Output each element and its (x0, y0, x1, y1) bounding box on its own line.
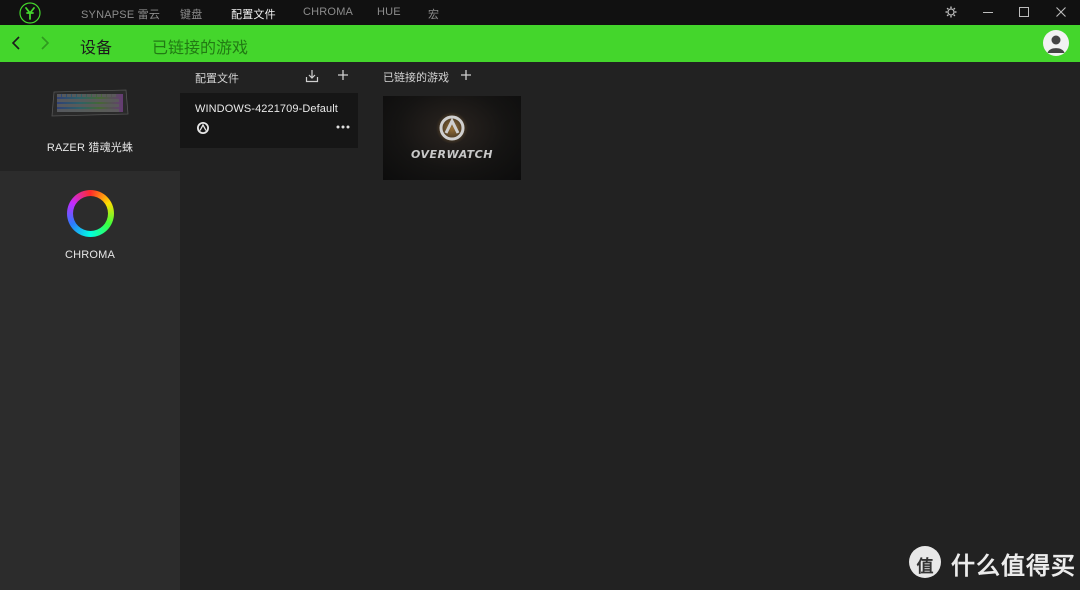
tab-hue[interactable]: HUE (377, 6, 401, 18)
keyboard-device-icon (51, 89, 129, 117)
title-bar: SYNAPSE 雷云 键盘 配置文件 CHROMA HUE 宏 (0, 0, 1080, 25)
watermark-icon-glyph: 值 (916, 557, 934, 576)
add-game-button[interactable] (459, 68, 473, 82)
settings-icon[interactable] (943, 4, 959, 20)
breadcrumb-devices[interactable]: 设备 (80, 34, 112, 58)
device-label: CHROMA (64, 249, 116, 261)
watermark-icon: 值 (909, 546, 941, 578)
game-name: OVERWATCH (411, 148, 493, 161)
page-title-linked-games: 已链接的游戏 (152, 40, 249, 57)
razer-logo-icon[interactable] (19, 2, 41, 24)
overwatch-icon (196, 121, 210, 135)
tab-keyboard[interactable]: 键盘 (180, 6, 202, 22)
user-avatar[interactable] (1043, 30, 1069, 56)
overwatch-logo-icon (436, 112, 468, 144)
watermark-text: 什么值得买 (951, 553, 1076, 580)
more-options-icon[interactable] (336, 117, 350, 129)
profiles-title: 配置文件 (195, 73, 239, 85)
maximize-icon[interactable] (1016, 4, 1032, 20)
tab-profiles[interactable]: 配置文件 (231, 6, 276, 22)
tab-synapse[interactable]: SYNAPSE 雷云 (81, 6, 160, 22)
device-label: RAZER 猎魂光蛛 (46, 142, 134, 154)
tab-chroma[interactable]: CHROMA (303, 6, 353, 18)
tab-macro[interactable]: 宏 (428, 6, 439, 22)
device-panel: RAZER 猎魂光蛛 CHROMA (0, 62, 180, 590)
profile-item[interactable]: WINDOWS-4221709-Default (180, 93, 358, 148)
forward-arrow-icon[interactable] (38, 34, 52, 52)
linked-game-card[interactable]: OVERWATCH (383, 96, 521, 180)
back-arrow-icon[interactable] (9, 34, 23, 52)
profile-name: WINDOWS-4221709-Default (195, 103, 338, 115)
minimize-icon[interactable] (980, 4, 996, 20)
device-item-razer-keyboard[interactable]: RAZER 猎魂光蛛 (0, 62, 180, 171)
close-icon[interactable] (1053, 4, 1069, 20)
header-bar: 设备 已链接的游戏 (0, 25, 1080, 62)
device-item-chroma[interactable]: CHROMA (0, 172, 180, 272)
import-icon[interactable] (304, 68, 320, 84)
linked-games-title: 已链接的游戏 (383, 72, 449, 84)
chroma-ring-icon (67, 190, 114, 237)
add-profile-button[interactable] (336, 68, 350, 82)
